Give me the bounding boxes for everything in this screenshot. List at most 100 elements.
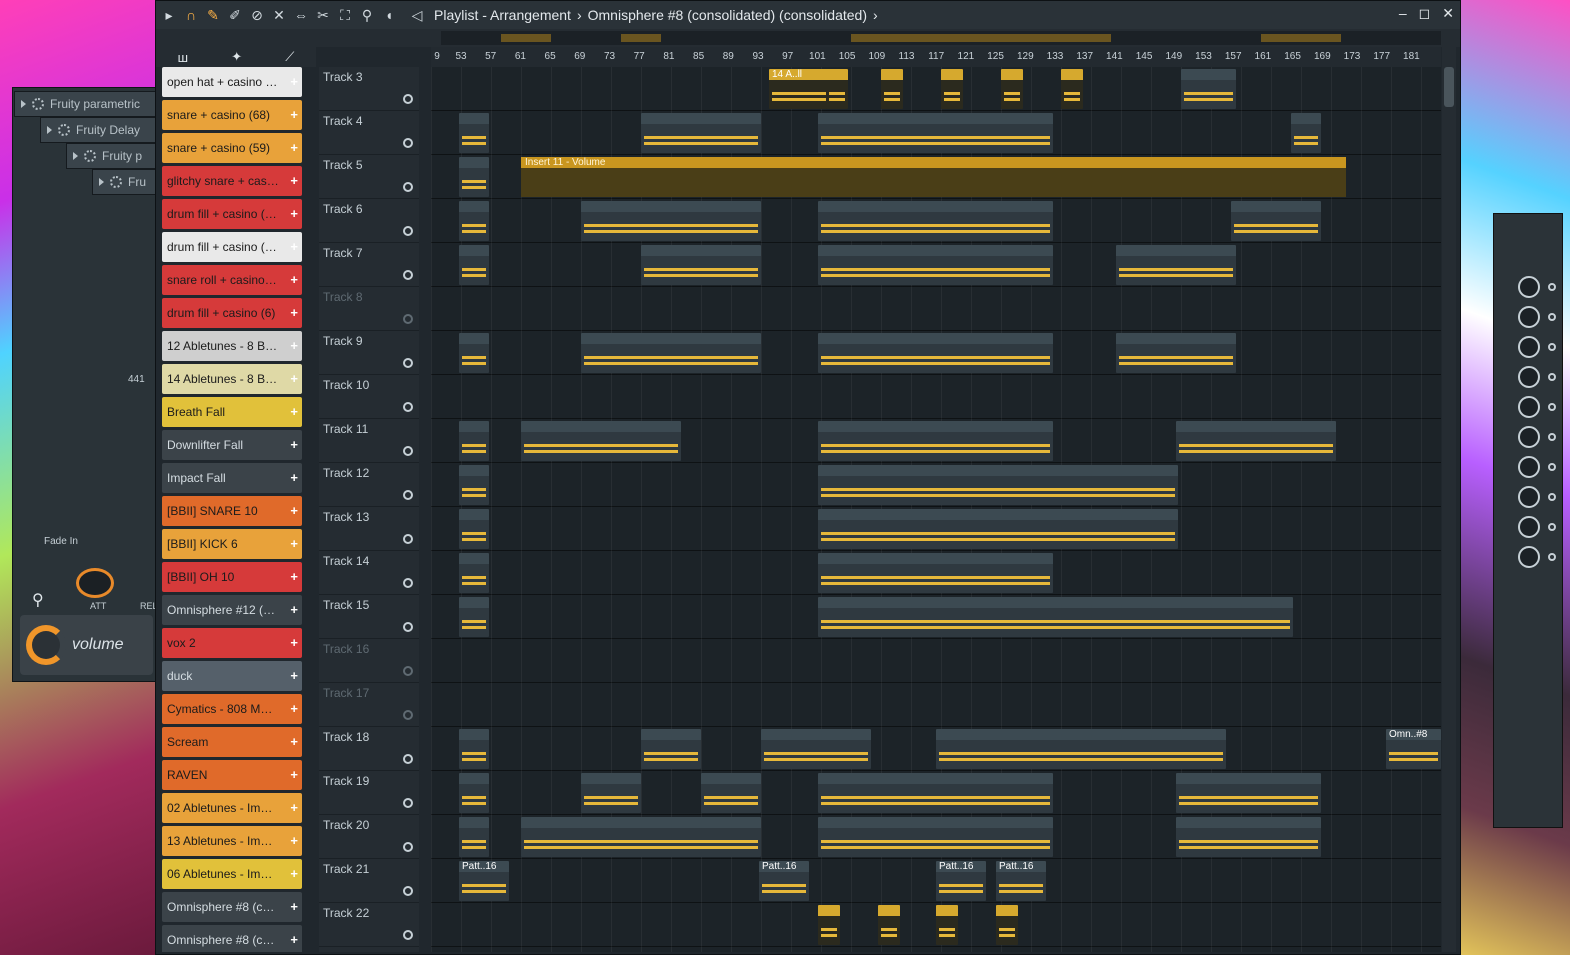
pattern-clip[interactable]	[701, 773, 761, 813]
pattern-clip[interactable]	[936, 905, 958, 945]
plugin-fruity-delay[interactable]: Fruity Delay	[40, 117, 159, 143]
play-icon[interactable]: ▸	[160, 6, 178, 24]
picker-item[interactable]: Omnisphere #8 (cons... +	[162, 892, 302, 922]
track-mute-led[interactable]	[403, 622, 413, 632]
pattern-clip[interactable]	[641, 245, 761, 285]
mixer-knob[interactable]	[1518, 276, 1540, 298]
track-lane[interactable]	[431, 463, 1441, 507]
mixer-led[interactable]	[1548, 403, 1556, 411]
track-mute-led[interactable]	[403, 534, 413, 544]
track-header[interactable]: Track 21	[319, 859, 419, 903]
pattern-clip[interactable]	[941, 69, 963, 109]
track-lane[interactable]	[431, 903, 1441, 947]
pattern-clip[interactable]	[1001, 69, 1023, 109]
add-icon[interactable]: +	[290, 569, 298, 584]
picker-item[interactable]: snare roll + casino (3) +	[162, 265, 302, 295]
track-lane[interactable]: 14 A..ll	[431, 67, 1441, 111]
add-icon[interactable]: +	[290, 239, 298, 254]
delete-icon[interactable]: ⊘	[248, 6, 266, 24]
picker-item[interactable]: 06 Abletunes - Impact +	[162, 859, 302, 889]
add-icon[interactable]: +	[290, 305, 298, 320]
track-lane[interactable]	[431, 199, 1441, 243]
pattern-clip[interactable]	[818, 597, 1293, 637]
pattern-clip[interactable]: Patt..16	[936, 861, 986, 901]
pattern-clip[interactable]	[818, 553, 1053, 593]
track-mute-led[interactable]	[403, 94, 413, 104]
arrangement-overview[interactable]	[441, 31, 1441, 45]
mute-icon[interactable]: ✕	[270, 6, 288, 24]
timeline-ruler[interactable]: 9 53 57 61 65 69 73 77 81 85 89 93 97 101 105 109 113 117…	[431, 47, 1441, 67]
pattern-clip[interactable]	[459, 465, 489, 505]
mixer-knob[interactable]	[1518, 426, 1540, 448]
mixer-led[interactable]	[1548, 493, 1556, 501]
picker-item[interactable]: Downlifter Fall +	[162, 430, 302, 460]
add-icon[interactable]: +	[290, 437, 298, 452]
audio-icon[interactable]: ✦	[231, 49, 242, 65]
track-header[interactable]: Track 4	[319, 111, 419, 155]
track-mute-led[interactable]	[403, 490, 413, 500]
add-icon[interactable]: +	[290, 74, 298, 89]
picker-item[interactable]: [BBII] KICK 6 +	[162, 529, 302, 559]
picker-item[interactable]: snare + casino (68) +	[162, 100, 302, 130]
pattern-clip[interactable]	[881, 69, 903, 109]
pattern-clip[interactable]	[1116, 333, 1236, 373]
mixer-led[interactable]	[1548, 553, 1556, 561]
track-header[interactable]: Track 5	[319, 155, 419, 199]
picker-item[interactable]: 13 Abletunes - Impact +	[162, 826, 302, 856]
track-header[interactable]: Track 16	[319, 639, 419, 683]
track-mute-led[interactable]	[403, 446, 413, 456]
picker-item[interactable]: Impact Fall +	[162, 463, 302, 493]
pattern-clip[interactable]	[459, 817, 489, 857]
track-header[interactable]: Track 22	[319, 903, 419, 947]
track-lane[interactable]	[431, 683, 1441, 727]
track-header[interactable]: Track 18	[319, 727, 419, 771]
pattern-clip[interactable]	[459, 157, 489, 197]
mixer-led[interactable]	[1548, 433, 1556, 441]
track-lane[interactable]	[431, 419, 1441, 463]
track-header[interactable]: Track 17	[319, 683, 419, 727]
mixer-knob[interactable]	[1518, 336, 1540, 358]
pattern-clip[interactable]	[818, 817, 1053, 857]
piano-icon[interactable]: ш	[178, 50, 188, 65]
mixer-led[interactable]	[1548, 343, 1556, 351]
paint-icon[interactable]: ✐	[226, 6, 244, 24]
pattern-clip[interactable]	[818, 201, 1053, 241]
pattern-clip[interactable]	[818, 905, 840, 945]
pencil-icon[interactable]: ✎	[204, 6, 222, 24]
track-mute-led[interactable]	[403, 666, 413, 676]
add-icon[interactable]: +	[290, 767, 298, 782]
track-lane[interactable]	[431, 595, 1441, 639]
track-lane[interactable]	[431, 111, 1441, 155]
track-lane[interactable]	[431, 507, 1441, 551]
track-lane[interactable]: Omn..#8	[431, 727, 1441, 771]
track-header[interactable]: Track 12	[319, 463, 419, 507]
mixer-led[interactable]	[1548, 283, 1556, 291]
pattern-clip[interactable]	[459, 553, 489, 593]
track-mute-led[interactable]	[403, 138, 413, 148]
picker-item[interactable]: [BBII] SNARE 10 +	[162, 496, 302, 526]
pattern-clip[interactable]	[641, 729, 701, 769]
slice-icon[interactable]: ✂	[314, 6, 332, 24]
picker-item[interactable]: drum fill + casino (6) +	[162, 298, 302, 328]
pattern-clip[interactable]	[459, 201, 489, 241]
expand-icon[interactable]	[47, 126, 52, 134]
maximize-button[interactable]: ◻	[1419, 5, 1431, 22]
add-icon[interactable]: +	[290, 107, 298, 122]
track-header[interactable]: Track 10	[319, 375, 419, 419]
picker-item[interactable]: glitchy snare + casin... +	[162, 166, 302, 196]
track-header[interactable]: Track 8	[319, 287, 419, 331]
pattern-clip[interactable]	[818, 113, 1053, 153]
pattern-clip[interactable]	[878, 905, 900, 945]
mixer-led[interactable]	[1548, 313, 1556, 321]
track-mute-led[interactable]	[403, 402, 413, 412]
track-header[interactable]: Track 3	[319, 67, 419, 111]
add-icon[interactable]: +	[290, 536, 298, 551]
track-mute-led[interactable]	[403, 578, 413, 588]
pattern-clip[interactable]	[1116, 245, 1236, 285]
track-lane[interactable]	[431, 375, 1441, 419]
add-icon[interactable]: +	[290, 899, 298, 914]
pattern-clip[interactable]	[459, 113, 489, 153]
pattern-clip[interactable]	[826, 69, 848, 109]
mixer-led[interactable]	[1548, 373, 1556, 381]
add-icon[interactable]: +	[290, 206, 298, 221]
